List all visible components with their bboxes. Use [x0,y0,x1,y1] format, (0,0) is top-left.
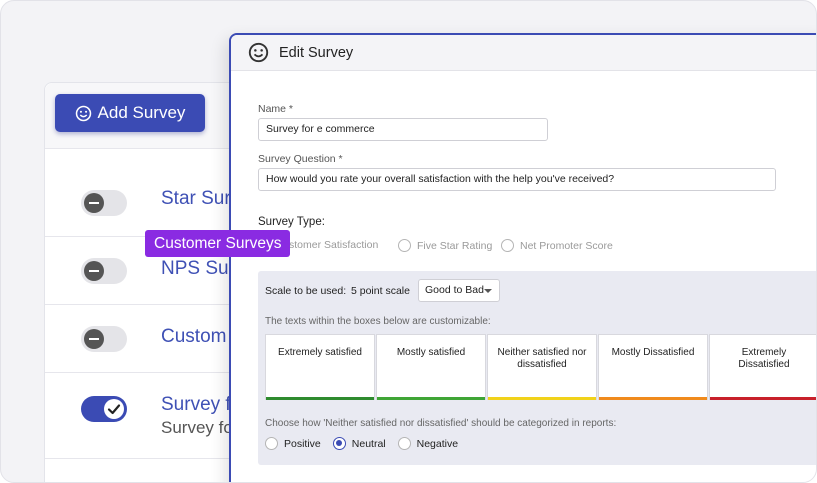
check-icon [107,404,121,415]
survey-type-label: Survey Type: [258,216,325,228]
scale-item-text[interactable]: Mostly Dissatisfied [612,347,695,358]
toggle-knob [104,399,124,419]
scale-color-bar [710,397,816,400]
survey-title[interactable]: NPS Sur [161,258,235,280]
type-option-label: Five Star Rating [417,239,493,252]
categorize-option-neutral[interactable]: Neutral [332,437,386,450]
dialog-header: Edit Survey [231,35,816,71]
scale-item-text[interactable]: Neither satisfied nor dissatisfied [498,347,587,370]
type-option-customer-satisfaction[interactable]: stomer Satisfaction [289,239,378,251]
scale-color-bar [599,397,707,400]
scale-item-text[interactable]: Extremely Dissatisfied [738,347,789,370]
scale-item-neutral[interactable]: Neither satisfied nor dissatisfied [487,334,597,400]
type-option-label: Net Promoter Score [520,239,613,252]
scale-points: 5 point scale [351,285,410,297]
scale-label: Scale to be used: [265,285,347,297]
scale-color-bar [377,397,485,400]
type-option-nps[interactable]: Net Promoter Score [501,239,613,252]
add-survey-label: Add Survey [97,103,186,122]
survey-subtitle: Survey fo [161,418,233,437]
radio-button[interactable] [398,239,411,252]
scale-item-extremely-dissatisfied[interactable]: Extremely Dissatisfied [709,334,816,400]
toggle-knob [84,329,104,349]
customer-surveys-tooltip: Customer Surveys [145,230,291,257]
toggle-knob [84,193,104,213]
categorize-option-label: Negative [416,437,459,450]
survey-title[interactable]: Custom [161,326,226,348]
customizable-hint: The texts within the boxes below are cus… [265,316,491,327]
scale-item-mostly-dissatisfied[interactable]: Mostly Dissatisfied [598,334,708,400]
scale-select[interactable]: Good to Bad [418,279,500,302]
add-survey-button[interactable]: Add Survey [55,94,205,132]
scale-items: Extremely satisfied Mostly satisfied Nei… [265,334,816,400]
scale-item-mostly-satisfied[interactable]: Mostly satisfied [376,334,486,400]
scale-item-text[interactable]: Mostly satisfied [397,347,465,358]
toggle-knob [84,261,104,281]
scale-select-value: Good to Bad [425,284,484,296]
survey-toggle[interactable] [81,190,127,216]
categorize-option-negative[interactable]: Negative [397,437,459,450]
scale-color-bar [488,397,596,400]
type-option-five-star[interactable]: Five Star Rating [398,239,492,252]
smiley-icon [75,105,91,121]
survey-title[interactable]: Star Sur [161,188,231,210]
categorize-option-label: Positive [284,437,321,450]
radio-button-selected[interactable] [332,437,346,450]
survey-title[interactable]: Survey f [161,394,231,416]
edit-survey-dialog: Edit Survey Name * Survey for e commerce… [229,33,816,482]
scale-section: Scale to be used: 5 point scale Good to … [258,271,816,465]
radio-button[interactable] [265,437,278,450]
name-label: Name * [258,103,294,115]
question-field[interactable]: How would you rate your overall satisfac… [258,168,776,191]
radio-button[interactable] [501,239,514,252]
dialog-title: Edit Survey [279,45,354,61]
screen: Add Survey Star Sur NPS Sur Custom Surve [0,0,817,483]
scale-item-text[interactable]: Extremely satisfied [278,347,362,358]
survey-toggle[interactable] [81,396,127,422]
scale-color-bar [266,397,374,400]
categorize-option-positive[interactable]: Positive [265,437,321,450]
chevron-down-icon [484,289,492,293]
scale-item-extremely-satisfied[interactable]: Extremely satisfied [265,334,375,400]
smiley-icon [248,42,269,63]
name-field[interactable]: Survey for e commerce [258,118,548,141]
categorize-options: Positive Neutral Negative [265,437,464,450]
categorize-option-label: Neutral [351,437,386,450]
question-label: Survey Question * [258,153,343,165]
radio-button[interactable] [397,437,411,450]
survey-toggle[interactable] [81,326,127,352]
categorize-hint: Choose how 'Neither satisfied nor dissat… [265,418,617,429]
survey-toggle[interactable] [81,258,127,284]
type-option-label: stomer Satisfaction [289,239,379,251]
